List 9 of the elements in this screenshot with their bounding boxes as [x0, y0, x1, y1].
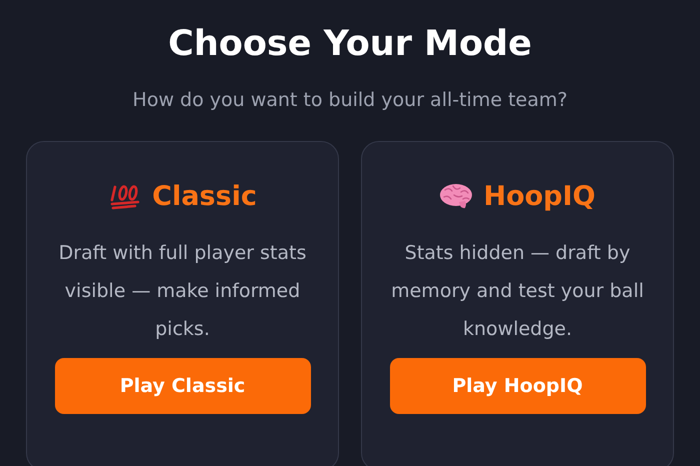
play-button[interactable]: Play HoopIQ	[390, 358, 646, 414]
page-subtitle: How do you want to build your all-time team?	[132, 88, 568, 113]
play-button[interactable]: Play Classic	[54, 358, 310, 414]
mode-title: Classic	[152, 180, 257, 212]
mode-title: HoopIQ	[483, 180, 596, 212]
brain-icon	[439, 182, 474, 210]
mode-description: Draft with full player stats visible — make informed picks.	[58, 241, 308, 342]
mode-description: Stats hidden — draft by memory and test your ball knowledge.	[390, 241, 645, 342]
page-title: Choose Your Mode	[168, 23, 532, 66]
